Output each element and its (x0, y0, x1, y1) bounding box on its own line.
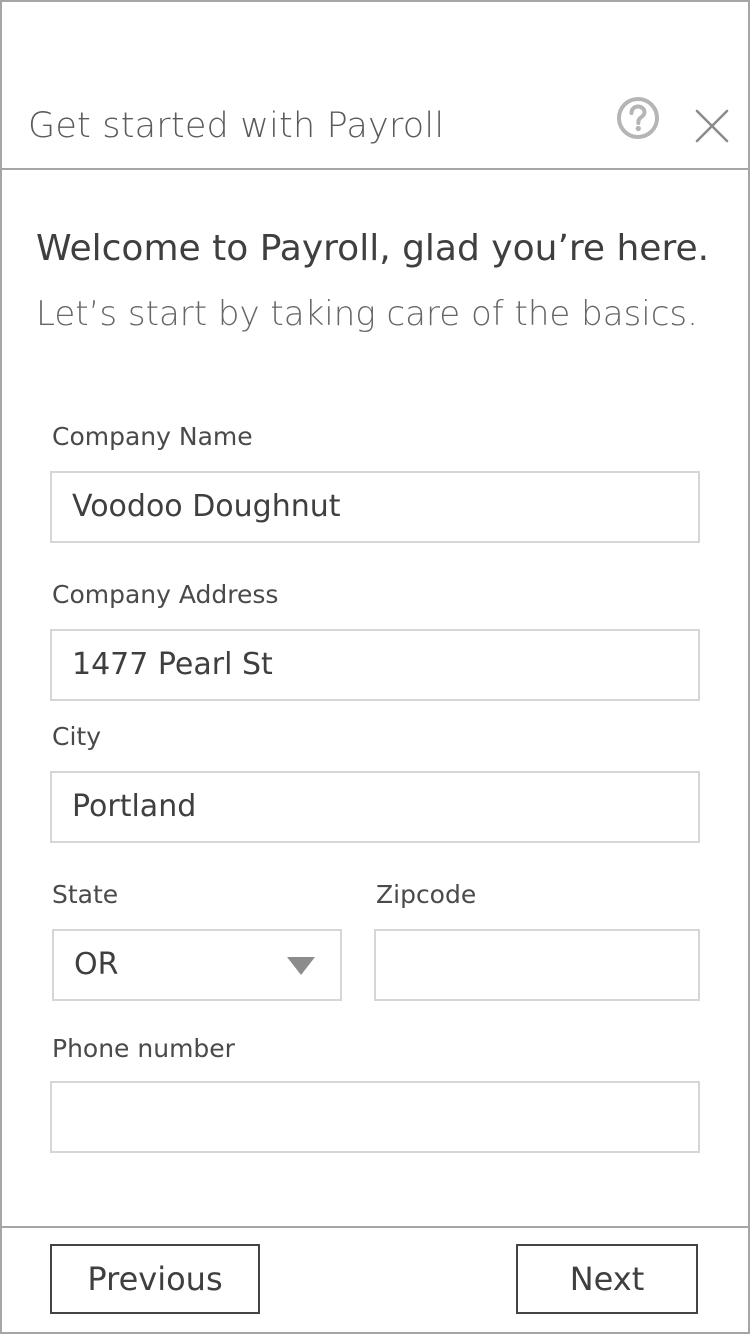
zipcode-input[interactable] (374, 929, 700, 1001)
company-address-label: Company Address (52, 580, 279, 609)
dialog-footer: Previous Next (2, 1226, 748, 1332)
question-circle-icon[interactable] (616, 96, 660, 140)
close-icon[interactable] (694, 108, 730, 144)
previous-button[interactable]: Previous (50, 1244, 260, 1314)
dropdown-arrow-icon (287, 957, 315, 975)
city-label: City (52, 722, 101, 751)
dialog-title: Get started with Payroll (28, 106, 445, 146)
city-input[interactable]: Portland (50, 771, 700, 843)
phone-label: Phone number (52, 1034, 235, 1063)
next-button[interactable]: Next (516, 1244, 698, 1314)
company-address-input[interactable]: 1477 Pearl St (50, 629, 700, 701)
phone-input[interactable] (50, 1081, 700, 1153)
state-label: State (52, 880, 119, 909)
welcome-subtitle: Let’s start by taking care of the basics… (36, 294, 698, 334)
company-name-input[interactable]: Voodoo Doughnut (50, 471, 700, 543)
zipcode-label: Zipcode (376, 880, 477, 909)
welcome-heading: Welcome to Payroll, glad you’re here. (36, 228, 710, 269)
payroll-setup-dialog: Get started with Payroll Welcome to Payr… (0, 0, 750, 1334)
company-name-label: Company Name (52, 422, 253, 451)
dialog-header: Get started with Payroll (2, 2, 748, 170)
state-selected-value: OR (74, 947, 119, 982)
state-select[interactable]: OR (52, 929, 342, 1001)
